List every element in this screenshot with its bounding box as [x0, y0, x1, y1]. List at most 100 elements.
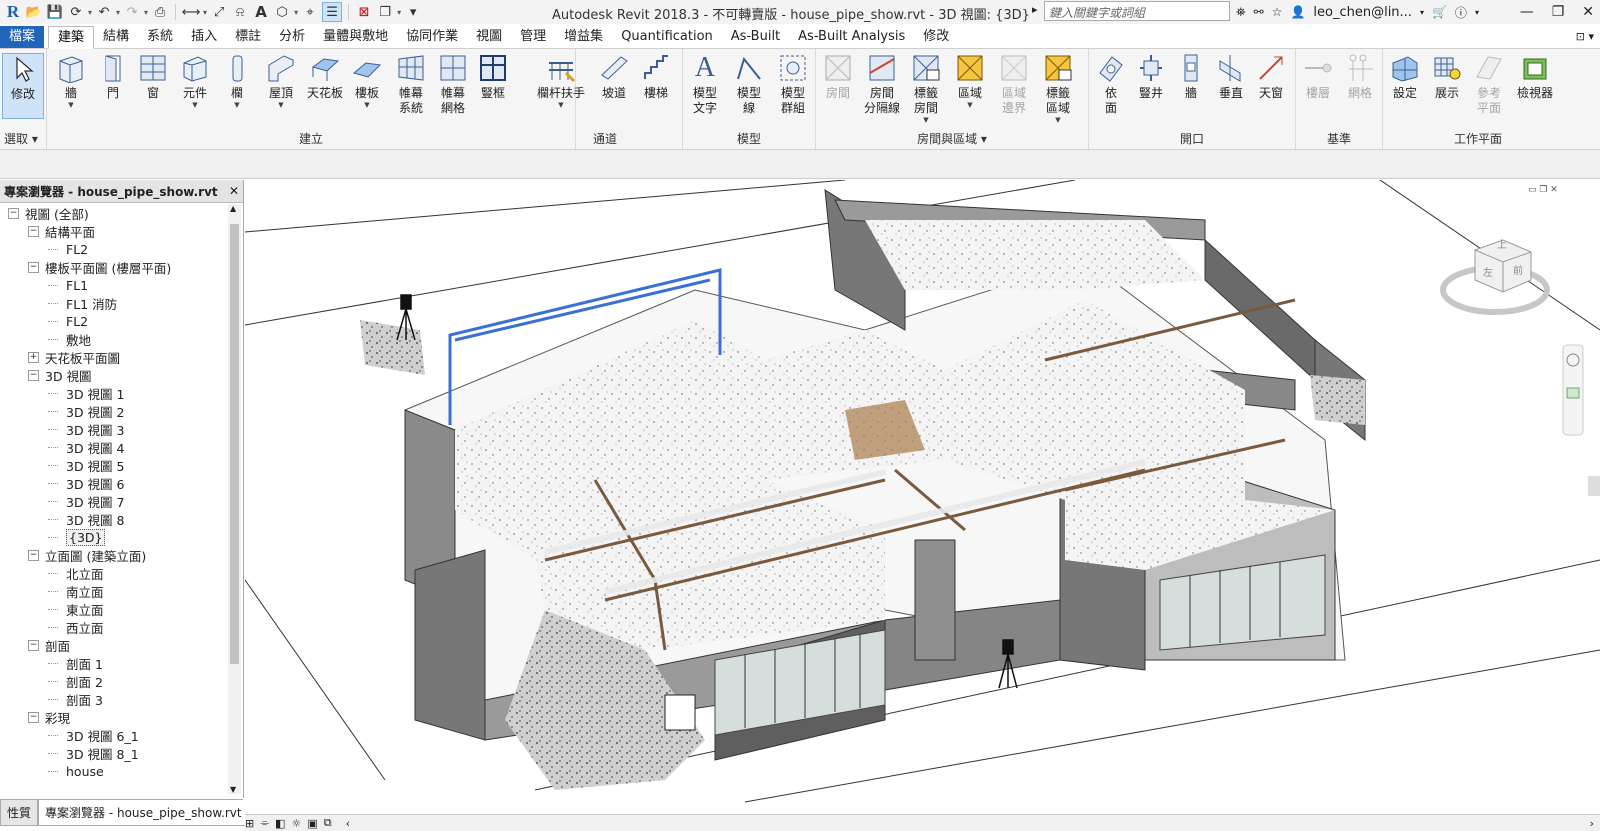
tree-item[interactable]: {3D} [0, 528, 226, 546]
roof-button[interactable]: 屋頂 ▼ [259, 53, 303, 109]
view-window-controls[interactable]: ▭ ❐ ✕ [1528, 185, 1558, 195]
user-icon[interactable]: 👤 [1290, 5, 1305, 19]
window-button[interactable]: 窗 [131, 53, 175, 101]
show-button[interactable]: 展示 [1425, 53, 1469, 101]
tab-collaborate[interactable]: 協同作業 [397, 26, 467, 48]
tree-item[interactable]: 3D 視圖 6_1 [0, 726, 226, 744]
help-icon[interactable]: ⓘ [1455, 4, 1467, 21]
tab-modify[interactable]: 修改 [914, 26, 958, 48]
customize-icon[interactable]: ▾ [404, 3, 422, 21]
set-button[interactable]: 設定 [1383, 53, 1427, 101]
tab-as-built[interactable]: As-Built [722, 26, 789, 48]
chevron-down-icon[interactable]: ▾ [294, 8, 298, 17]
scroll-left-icon[interactable]: ‹ [346, 817, 350, 830]
collapse-icon[interactable]: − [28, 639, 39, 651]
tree-item[interactable]: 3D 視圖 2 [0, 402, 226, 420]
collapse-icon[interactable]: − [28, 225, 39, 237]
panel-label[interactable]: 選取 ▾ [0, 130, 46, 147]
measure-icon[interactable]: ⟷ [182, 3, 201, 21]
wall-opening-button[interactable]: 牆 [1169, 53, 1213, 101]
tree-item[interactable]: 3D 視圖 5 [0, 456, 226, 474]
viewer-button[interactable]: 檢視器 [1509, 53, 1561, 101]
model-view[interactable]: 上 左 前 ▭ ❐ ✕ [245, 180, 1600, 814]
print-icon[interactable]: ⎙ [151, 3, 169, 21]
shadows-icon[interactable]: ▣ [307, 817, 317, 830]
tab-annotate[interactable]: 標註 [226, 26, 270, 48]
tab-architecture[interactable]: 建築 [48, 25, 95, 49]
room-button[interactable]: 房間 [816, 53, 860, 101]
3d-view-icon[interactable]: ⬡ [273, 3, 291, 21]
3d-viewport[interactable]: 上 左 前 ▭ ❐ ✕ [245, 180, 1600, 814]
tree-item[interactable]: 3D 視圖 7 [0, 492, 226, 510]
model-group-button[interactable]: 模型 群組 [771, 53, 815, 116]
tab-addins[interactable]: 增益集 [555, 26, 612, 48]
tree-item[interactable]: 3D 視圖 6 [0, 474, 226, 492]
collapse-icon[interactable]: − [28, 261, 39, 273]
scroll-down-icon[interactable]: ▼ [230, 785, 236, 794]
redo-icon[interactable]: ↷ [123, 3, 141, 21]
vertical-button[interactable]: 垂直 [1209, 53, 1253, 101]
tree-item[interactable]: 3D 視圖 8_1 [0, 744, 226, 762]
curtain-grid-button[interactable]: 帷幕 網格 [431, 53, 475, 116]
tree-item[interactable]: FL2 [0, 312, 226, 330]
stair-button[interactable]: 樓梯 [634, 53, 678, 101]
tree-item[interactable]: − 剖面 [0, 636, 226, 654]
railing-button[interactable]: 欄杆扶手 ▼ [528, 53, 594, 109]
chevron-down-icon[interactable]: ▼ [967, 101, 972, 109]
component-button[interactable]: 元件 ▼ [173, 53, 217, 109]
tab-structure[interactable]: 結構 [94, 26, 138, 48]
area-button[interactable]: 區域 ▼ [948, 53, 992, 109]
collapse-icon[interactable]: − [28, 369, 39, 381]
detail-level-icon[interactable]: ⌯ [260, 816, 269, 830]
wall-button[interactable]: 牆 ▼ [49, 53, 93, 109]
tree-item[interactable]: 剖面 1 [0, 654, 226, 672]
tree-item[interactable]: 3D 視圖 1 [0, 384, 226, 402]
undo-icon[interactable]: ↶ [95, 3, 113, 21]
chevron-down-icon[interactable]: ▼ [68, 101, 73, 109]
restore-icon[interactable]: ❐ [1552, 4, 1565, 20]
section-icon[interactable]: ⌖ [301, 3, 319, 21]
user-name[interactable]: leo_chen@lin... [1313, 5, 1412, 20]
chevron-down-icon[interactable]: ▼ [923, 116, 928, 124]
tree-item[interactable]: FL2 [0, 240, 226, 258]
chevron-down-icon[interactable]: ▾ [397, 8, 401, 17]
panel-label[interactable]: 房間與區域 ▾ [816, 130, 1088, 147]
mullion-button[interactable]: 豎框 [471, 53, 515, 101]
tab-manage[interactable]: 管理 [511, 26, 555, 48]
tree-item[interactable]: FL1 消防 [0, 294, 226, 312]
ribbon-minimize-icon[interactable]: ⊡ ▾ [1576, 30, 1594, 43]
text-icon[interactable]: A [252, 3, 270, 21]
chevron-down-icon[interactable]: ▾ [88, 8, 92, 17]
viewcube[interactable] [1440, 239, 1550, 315]
minimize-icon[interactable]: — [1520, 4, 1534, 20]
align-dimension-icon[interactable]: ⤢ [210, 3, 228, 21]
scroll-up-icon[interactable]: ▲ [230, 204, 236, 213]
tab-quantification[interactable]: Quantification [612, 26, 722, 48]
sync-icon[interactable]: ⟳ [67, 3, 85, 21]
tree-item[interactable]: 南立面 [0, 582, 226, 600]
expand-arrow-icon[interactable]: ▸ [1032, 3, 1038, 16]
model-line-button[interactable]: 模型 線 [727, 53, 771, 116]
chevron-down-icon[interactable]: ▼ [364, 101, 369, 109]
tab-analyze[interactable]: 分析 [270, 26, 314, 48]
save-icon[interactable]: 💾 [46, 3, 64, 21]
tab-insert[interactable]: 插入 [182, 26, 226, 48]
scroll-thumb[interactable] [230, 224, 239, 664]
tree-item[interactable]: FL1 [0, 276, 226, 294]
crop-icon[interactable]: ⧉ [324, 816, 332, 830]
ceiling-button[interactable]: 天花板 [303, 53, 347, 101]
chevron-down-icon[interactable]: ▼ [558, 101, 563, 109]
collapse-icon[interactable]: − [8, 207, 19, 219]
grid-button[interactable]: 網格 [1338, 53, 1382, 101]
sun-path-icon[interactable]: ☼ [291, 817, 301, 830]
tree-item[interactable]: 剖面 3 [0, 690, 226, 708]
chevron-down-icon[interactable]: ▼ [234, 101, 239, 109]
expand-icon[interactable]: + [28, 351, 39, 363]
cart-icon[interactable]: 🛒 [1432, 5, 1447, 19]
tree-item[interactable]: 西立面 [0, 618, 226, 636]
tree-item[interactable]: − 結構平面 [0, 222, 226, 240]
shaft-button[interactable]: 豎井 [1129, 53, 1173, 101]
chevron-down-icon[interactable]: ▾ [1475, 8, 1479, 17]
door-button[interactable]: 門 [91, 53, 135, 101]
tree-item[interactable]: 3D 視圖 3 [0, 420, 226, 438]
